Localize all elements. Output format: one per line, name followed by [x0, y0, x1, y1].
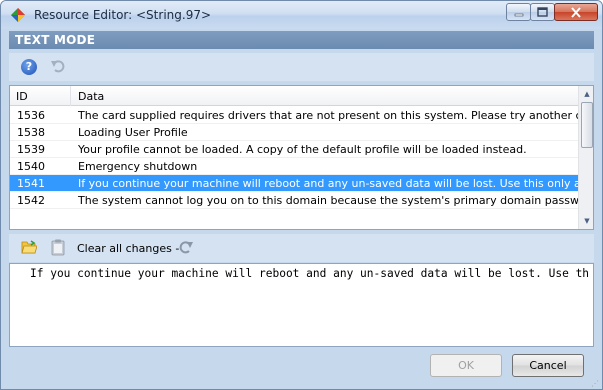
list-scrollbar[interactable]: ▲ ▼ [578, 86, 593, 229]
window-title: Resource Editor: <String.97> [34, 8, 212, 22]
resource-editor-window: Resource Editor: <String.97> TEXT MODE ?… [0, 0, 603, 390]
column-header-id[interactable]: ID [16, 90, 28, 103]
revert-icon[interactable] [177, 239, 195, 257]
list-header: ID Data [10, 86, 578, 106]
column-divider[interactable] [70, 86, 71, 106]
scroll-up-icon[interactable]: ▲ [580, 87, 593, 101]
row-id: 1538 [17, 126, 45, 139]
row-id: 1541 [17, 177, 45, 190]
row-data: Emergency shutdown [78, 160, 198, 173]
scroll-thumb[interactable] [581, 102, 593, 148]
row-id: 1536 [17, 109, 45, 122]
clipboard-icon[interactable] [51, 239, 65, 256]
row-data: The card supplied requires drivers that … [78, 109, 578, 122]
row-data: Loading User Profile [78, 126, 188, 139]
close-button[interactable] [554, 3, 598, 21]
mode-header: TEXT MODE [9, 31, 594, 49]
row-data: Your profile cannot be loaded. A copy of… [78, 143, 527, 156]
maximize-button[interactable] [530, 3, 555, 21]
maximize-icon [531, 4, 554, 20]
minimize-button[interactable] [506, 3, 531, 21]
row-id: 1542 [17, 194, 45, 207]
row-data: The system cannot log you on to this dom… [78, 194, 578, 207]
row-id: 1540 [17, 160, 45, 173]
close-icon [555, 4, 597, 20]
column-header-data[interactable]: Data [78, 90, 104, 103]
open-folder-icon[interactable] [21, 240, 37, 254]
list-row[interactable]: 1541 If you continue your machine will re… [10, 175, 578, 192]
list-row[interactable]: 1539 Your profile cannot be loaded. A cop… [10, 141, 578, 158]
undo-icon[interactable] [49, 58, 67, 76]
string-list[interactable]: ID Data 1536 The card supplied requires d… [9, 85, 594, 230]
string-editor[interactable]: If you continue your machine will reboot… [9, 263, 594, 347]
scroll-down-icon[interactable]: ▼ [580, 214, 593, 228]
ok-button[interactable]: OK [430, 354, 502, 377]
clear-all-changes-button[interactable]: Clear all changes - [77, 242, 179, 255]
list-rows: 1536 The card supplied requires drivers t… [10, 107, 578, 209]
title-bar[interactable]: Resource Editor: <String.97> [1, 1, 602, 29]
edit-toolbar: Clear all changes - [9, 234, 594, 262]
list-row[interactable]: 1538 Loading User Profile [10, 124, 578, 141]
main-toolbar: ? [9, 53, 594, 81]
cancel-button[interactable]: Cancel [512, 354, 584, 377]
row-id: 1539 [17, 143, 45, 156]
app-icon [11, 8, 25, 22]
editor-text[interactable]: If you continue your machine will reboot… [30, 267, 590, 280]
help-icon[interactable]: ? [21, 59, 37, 75]
row-data: If you continue your machine will reboot… [78, 177, 578, 190]
list-row[interactable]: 1536 The card supplied requires drivers t… [10, 107, 578, 124]
list-row[interactable]: 1542 The system cannot log you on to this… [10, 192, 578, 209]
resize-grip-icon[interactable]: ⋰ [591, 379, 601, 389]
list-row[interactable]: 1540 Emergency shutdown [10, 158, 578, 175]
minimize-icon [507, 4, 530, 20]
